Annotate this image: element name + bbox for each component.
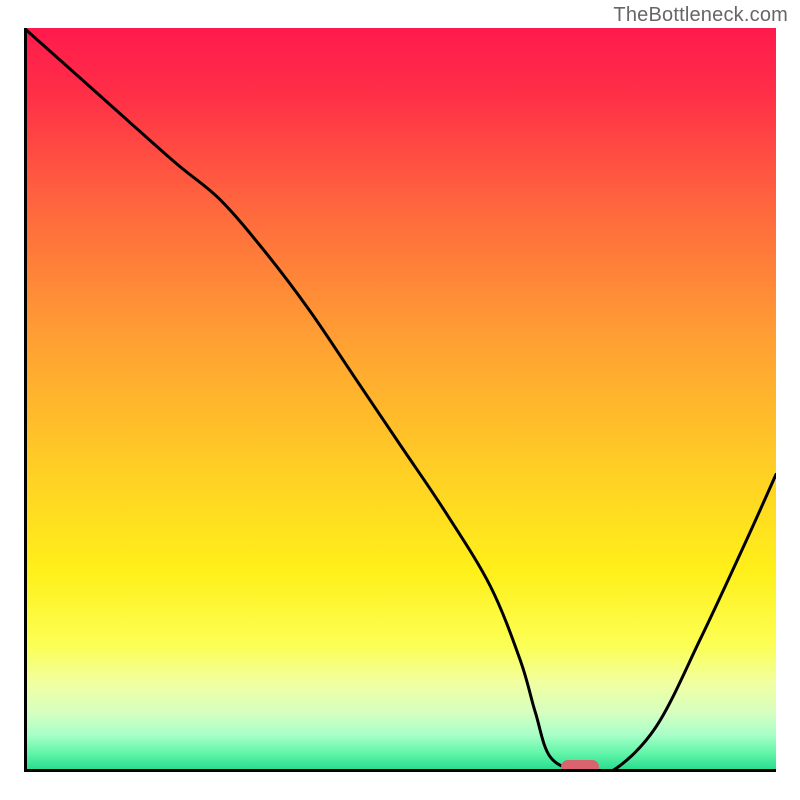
- curve-layer: [24, 28, 776, 772]
- y-axis: [24, 28, 27, 772]
- bottleneck-chart: TheBottleneck.com: [0, 0, 800, 800]
- watermark-text: TheBottleneck.com: [613, 4, 788, 27]
- plot-area: [24, 28, 776, 772]
- x-axis: [24, 769, 776, 772]
- bottleneck-curve-path: [24, 28, 776, 772]
